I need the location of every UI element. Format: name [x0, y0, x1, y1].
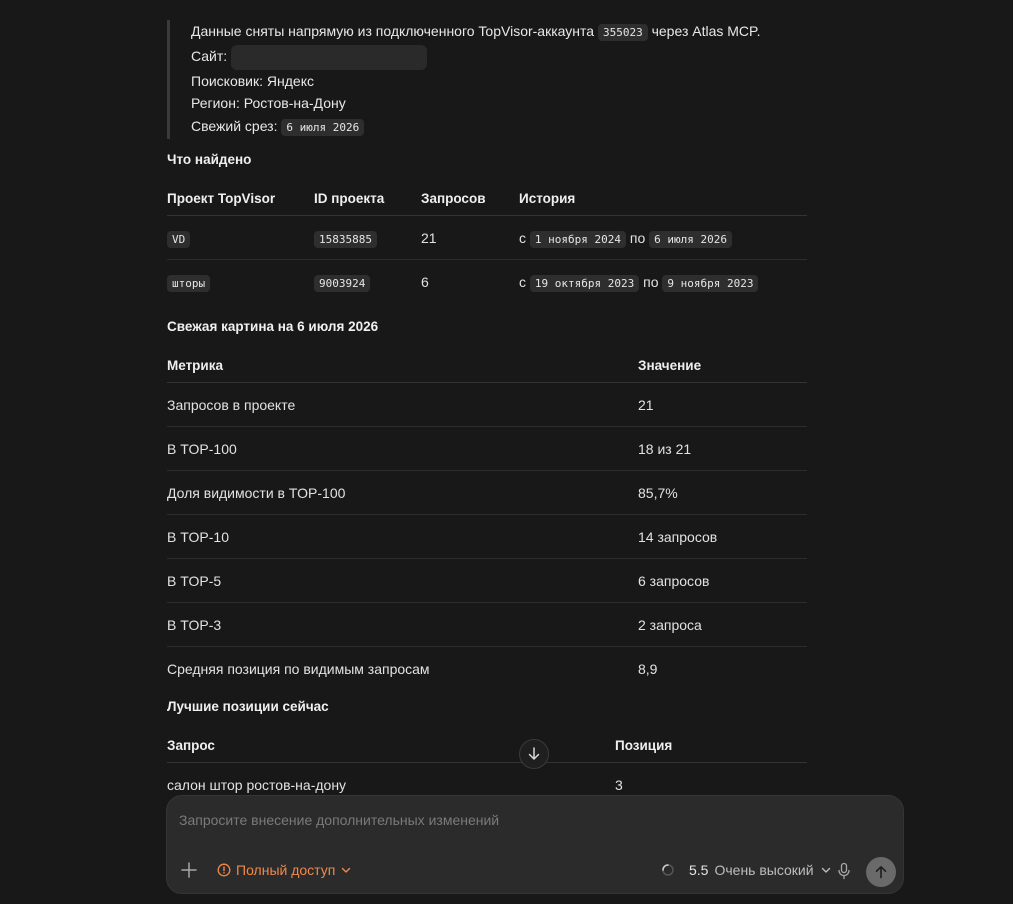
history-from-code: 1 ноября 2024: [529, 230, 626, 248]
table-row: В TOP-5 6 запросов: [167, 558, 807, 603]
section-title-best: Лучшие позиции сейчас: [167, 699, 329, 714]
id-cell: 15835885: [314, 215, 421, 260]
chat-page: Данные сняты напрямую из подключенного T…: [0, 0, 1013, 904]
history-to-code: 9 ноября 2023: [662, 274, 759, 292]
access-mode-label: Полный доступ: [236, 862, 336, 878]
table-header-row: Запрос Позиция: [167, 729, 807, 763]
model-effort-label: Очень высокий: [714, 862, 814, 878]
quote-line-snapshot: Свежий срез: 6 июля 2026: [191, 115, 807, 140]
column-header: Значение: [638, 349, 807, 383]
section-title-found: Что найдено: [167, 152, 252, 167]
metric-cell: В TOP-5: [167, 558, 638, 603]
column-header: Запросов: [421, 182, 519, 216]
quote-line-site: Сайт:: [191, 44, 807, 70]
table-row: VD 15835885 21 с 1 ноября 2024 по 6 июля…: [167, 215, 807, 260]
account-id-code: 355023: [597, 24, 648, 41]
history-from-prefix: с: [519, 273, 526, 290]
column-header: Проект TopVisor: [167, 182, 314, 216]
metric-cell: В TOP-3: [167, 602, 638, 647]
table-row: Средняя позиция по видимым запросам 8,9: [167, 647, 807, 691]
table-row: В TOP-3 2 запроса: [167, 602, 807, 647]
quote-line-engine: Поисковик: Яндекс: [191, 72, 314, 89]
quote-line-source: Данные сняты напрямую из подключенного T…: [191, 20, 807, 45]
value-cell: 6 запросов: [638, 558, 807, 603]
value-cell: 14 запросов: [638, 514, 807, 559]
project-id-code: 15835885: [314, 230, 377, 248]
send-arrow-icon: [875, 866, 887, 879]
quote-line-region: Регион: Ростов-на-Дону: [191, 95, 346, 111]
metric-cell: Средняя позиция по видимым запросам: [167, 660, 430, 677]
id-cell: 9003924: [314, 260, 421, 304]
model-version: 5.5: [689, 862, 709, 878]
table-row: В TOP-10 14 запросов: [167, 514, 807, 559]
value-cell: 21: [638, 382, 807, 427]
queries-cell: 6: [421, 273, 429, 290]
table-row: шторы 9003924 6 с 19 октября 2023 по 9 н…: [167, 260, 807, 304]
snapshot-date-code: 6 июля 2026: [281, 118, 365, 136]
plus-icon[interactable]: [179, 860, 199, 880]
project-name-code: VD: [167, 230, 191, 248]
metric-cell: В TOP-100: [167, 426, 638, 471]
snapshot-label: Свежий срез:: [191, 117, 278, 134]
history-cell: с 19 октября 2023 по 9 ноября 2023: [519, 260, 807, 304]
history-to-prefix: по: [643, 273, 659, 290]
table-row: Запросов в проекте 21: [167, 382, 807, 427]
access-mode-button[interactable]: Полный доступ: [217, 862, 352, 878]
value-cell: 2 запроса: [638, 602, 807, 647]
source-quote: Данные сняты напрямую из подключенного T…: [167, 20, 807, 139]
chevron-down-icon: [821, 867, 830, 873]
redacted-site: [231, 44, 428, 70]
quote-source-suffix: через Atlas MCP.: [651, 23, 761, 39]
projects-table: Проект TopVisor ID проекта Запросов Исто…: [167, 182, 807, 303]
value-cell: 85,7%: [638, 470, 807, 515]
quote-source-text: Данные сняты напрямую из подключенного T…: [191, 23, 595, 39]
site-label: Сайт:: [191, 47, 228, 64]
table-header-row: Проект TopVisor ID проекта Запросов Исто…: [167, 182, 807, 216]
metric-cell: Запросов в проекте: [167, 382, 638, 427]
composer-input[interactable]: Запросите внесение дополнительных измене…: [179, 812, 499, 828]
spinner-icon: [662, 864, 674, 876]
section-title-fresh: Свежая картина на 6 июля 2026: [167, 319, 379, 334]
column-header: Метрика: [167, 349, 638, 383]
send-button[interactable]: [866, 857, 896, 887]
queries-cell: 21: [421, 215, 519, 260]
metric-cell: Доля видимости в TOP-100: [167, 470, 638, 515]
warning-icon: [217, 863, 231, 877]
column-header: ID проекта: [314, 182, 421, 216]
history-from-code: 19 октября 2023: [529, 274, 640, 292]
project-id-code: 9003924: [314, 274, 371, 292]
value-cell: 18 из 21: [638, 426, 807, 471]
project-name-code: шторы: [167, 274, 211, 292]
table-row: В TOP-100 18 из 21: [167, 426, 807, 471]
history-from-prefix: с: [519, 229, 526, 246]
scroll-to-bottom-button[interactable]: [519, 739, 549, 769]
metrics-table: Метрика Значение Запросов в проекте 21 В …: [167, 349, 807, 690]
history-cell: с 1 ноября 2024 по 6 июля 2026: [519, 215, 807, 260]
model-selector[interactable]: 5.5 Очень высокий: [661, 862, 832, 878]
metric-cell: В TOP-10: [167, 514, 638, 559]
table-header-row: Метрика Значение: [167, 349, 807, 383]
scroll-down-icon: [528, 747, 540, 760]
column-header: Позиция: [615, 729, 807, 763]
history-to-prefix: по: [629, 229, 646, 246]
message-composer[interactable]: Запросите внесение дополнительных измене…: [166, 795, 904, 894]
chevron-down-icon: [342, 867, 351, 873]
project-cell: VD: [167, 215, 314, 260]
table-row: Доля видимости в TOP-100 85,7%: [167, 470, 807, 515]
column-header: История: [519, 182, 807, 216]
project-cell: шторы: [167, 260, 314, 304]
value-cell: 8,9: [638, 660, 658, 677]
history-to-code: 6 июля 2026: [649, 230, 732, 248]
microphone-icon[interactable]: [836, 862, 852, 880]
